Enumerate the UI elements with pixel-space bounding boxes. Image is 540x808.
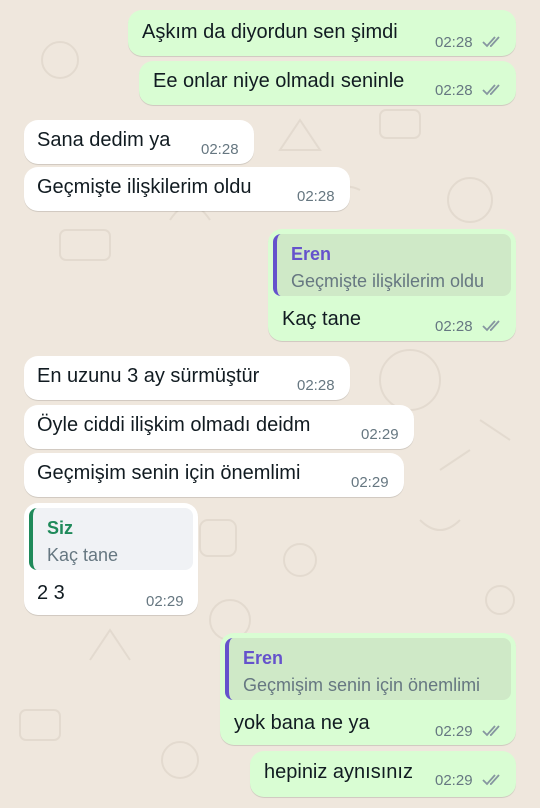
message-time: 02:28 [297, 377, 335, 394]
message-text: En uzunu 3 ay sürmüştür [37, 365, 260, 387]
quoted-reply[interactable]: Eren Geçmişim senin için önemlimi [225, 638, 511, 700]
message-bubble-incoming[interactable]: Sana dedim ya 02:28 [24, 120, 254, 164]
message-bubble-incoming[interactable]: Siz Kaç tane 2 3 02:29 [24, 503, 198, 615]
message-time: 02:29 [351, 474, 389, 491]
message-bubble-outgoing[interactable]: Eren Geçmişim senin için önemlimi yok ba… [220, 633, 516, 745]
message-text: hepiniz aynısınız [264, 761, 413, 783]
quoted-text: Kaç tane [47, 545, 119, 565]
message-text: Ee onlar niye olmadı seninle [153, 70, 405, 92]
message-time: 02:29 [361, 426, 399, 443]
message-time: 02:29 [435, 772, 473, 789]
message-time: 02:28 [201, 141, 239, 158]
quoted-text: Geçmişte ilişkilerim oldu [291, 271, 485, 291]
double-check-icon [482, 36, 500, 48]
message-text: Sana dedim ya [37, 129, 171, 151]
message-text: Öyle ciddi ilişkim olmadı deidm [37, 414, 311, 436]
quoted-sender-name: Eren [291, 244, 332, 264]
double-check-icon [482, 320, 500, 332]
double-check-icon [482, 84, 500, 96]
message-time: 02:28 [435, 82, 473, 99]
quoted-reply[interactable]: Eren Geçmişte ilişkilerim oldu [273, 234, 511, 296]
message-text: 2 3 [37, 582, 65, 604]
message-bubble-outgoing[interactable]: Aşkım da diyordun sen şimdi 02:28 [128, 10, 516, 56]
message-bubble-incoming[interactable]: En uzunu 3 ay sürmüştür 02:28 [24, 356, 350, 400]
message-time: 02:29 [146, 593, 184, 610]
quoted-text: Geçmişim senin için önemlimi [243, 675, 481, 695]
message-time: 02:28 [435, 318, 473, 335]
message-bubble-outgoing[interactable]: Eren Geçmişte ilişkilerim oldu Kaç tane … [268, 229, 516, 341]
message-time: 02:29 [435, 723, 473, 740]
message-text: Geçmişim senin için önemlimi [37, 462, 301, 484]
message-bubble-outgoing[interactable]: Ee onlar niye olmadı seninle 02:28 [139, 61, 516, 105]
message-bubble-incoming[interactable]: Geçmişte ilişkilerim oldu 02:28 [24, 167, 350, 211]
message-time: 02:28 [435, 34, 473, 51]
double-check-icon [482, 725, 500, 737]
quoted-reply[interactable]: Siz Kaç tane [29, 508, 193, 570]
message-text: Aşkım da diyordun sen şimdi [142, 21, 398, 43]
quoted-sender-name: Siz [47, 518, 74, 538]
double-check-icon [482, 774, 500, 786]
quoted-sender-name: Eren [243, 648, 284, 668]
message-text: yok bana ne ya [234, 712, 370, 734]
message-bubble-outgoing[interactable]: hepiniz aynısınız 02:29 [250, 751, 516, 797]
message-text: Kaç tane [282, 308, 361, 330]
message-bubble-incoming[interactable]: Geçmişim senin için önemlimi 02:29 [24, 453, 404, 497]
message-bubble-incoming[interactable]: Öyle ciddi ilişkim olmadı deidm 02:29 [24, 405, 414, 449]
message-time: 02:28 [297, 188, 335, 205]
message-text: Geçmişte ilişkilerim oldu [37, 176, 252, 198]
